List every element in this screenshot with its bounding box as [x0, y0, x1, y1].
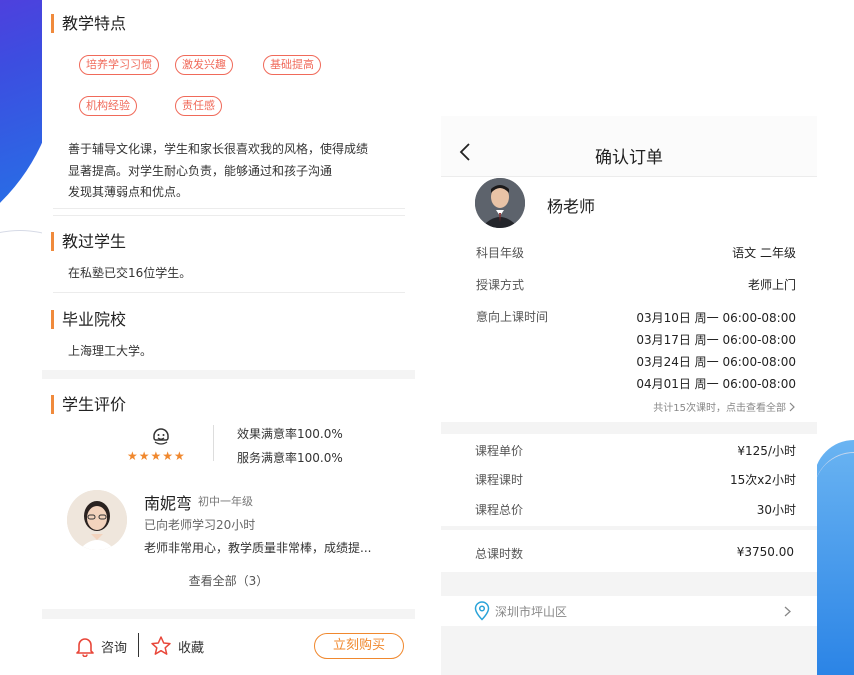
confirm-order-screen: 确认订单 杨老师 科目年级 语文 二年级 授课方式 老师上门 意向上课时间 03…	[441, 116, 817, 675]
total-hours-label: 总课时数	[475, 547, 524, 561]
bottom-action-bar: 咨询 收藏 立刻购买	[42, 619, 415, 675]
star-outline-icon	[151, 636, 171, 655]
teaching-features-description: 善于辅导文化课，学生和家长很喜欢我的风格，使得成绩 显著提高。对学生耐心负责，能…	[68, 139, 388, 204]
teaching-mode-label: 授课方式	[476, 278, 525, 292]
course-hours-value: 15次x2小时	[729, 473, 796, 487]
reviewer-avatar	[67, 490, 127, 550]
student-reviews-card: 学生评价 ★★★★★ 效果满意率100.0% 服务满意率100.0% 南妮弯 初…	[42, 379, 415, 609]
location-pin-icon	[474, 601, 490, 621]
reviewer-grade: 初中一年级	[198, 495, 253, 508]
order-page-title: 确认订单	[595, 148, 663, 168]
feature-tag: 机构经验	[79, 96, 137, 116]
students-taught-title: 教过学生	[51, 232, 126, 251]
consult-label: 咨询	[101, 640, 128, 656]
favorite-button[interactable]: 收藏	[150, 634, 204, 658]
teaching-features-title: 教学特点	[51, 14, 126, 33]
address-row[interactable]: 深圳市坪山区	[441, 596, 817, 626]
subject-label: 科目年级	[476, 246, 525, 260]
view-all-sessions-link[interactable]: 共计15次课时，点击查看全部	[653, 399, 795, 414]
section-divider	[53, 208, 405, 209]
bell-icon	[76, 638, 94, 657]
feature-tag: 责任感	[175, 96, 222, 116]
teacher-profile-card: 教学特点 培养学习习惯 激发兴趣 基础提高 机构经验 责任感 善于辅导文化课，学…	[42, 0, 415, 370]
view-all-reviews-link[interactable]: 查看全部（3）	[42, 572, 415, 589]
rating-stars: ★★★★★	[127, 449, 186, 463]
description-line: 善于辅导文化课，学生和家长很喜欢我的风格，使得成绩	[68, 142, 369, 156]
class-time-item: 03月17日 周一 06:00-08:00	[636, 333, 796, 347]
reviewer-name: 南妮弯	[144, 494, 193, 513]
teacher-avatar	[475, 178, 525, 228]
service-rate: 服务满意率100.0%	[237, 451, 343, 465]
buy-now-button[interactable]: 立刻购买	[314, 633, 404, 659]
effect-rate: 效果满意率100.0%	[237, 427, 343, 441]
class-time-item: 04月01日 周一 06:00-08:00	[636, 377, 796, 391]
pricing-block: 课程单价 ¥125/小时 课程课时 15次x2小时 课程总价 30小时	[441, 434, 817, 526]
feature-tag: 培养学习习惯	[79, 55, 159, 75]
favorite-label: 收藏	[178, 640, 205, 656]
session-summary-text: 共计15次课时，点击查看全部	[653, 403, 786, 414]
section-divider	[53, 215, 405, 216]
section-divider	[53, 292, 405, 293]
total-hours-value: ¥3750.00	[736, 545, 794, 559]
class-time-item: 03月10日 周一 06:00-08:00	[636, 311, 796, 325]
students-taught-text: 在私塾已交16位学生。	[68, 266, 192, 280]
reviews-title: 学生评价	[51, 395, 126, 414]
address-text: 深圳市坪山区	[495, 605, 568, 619]
teacher-detail-screen: 教学特点 培养学习习惯 激发兴趣 基础提高 机构经验 责任感 善于辅导文化课，学…	[42, 0, 415, 675]
course-total-value: 30小时	[756, 503, 796, 517]
subject-value: 语文 二年级	[732, 246, 796, 260]
teaching-mode-value: 老师上门	[747, 278, 796, 292]
description-line: 显著提高。对学生耐心负责，能够通过和孩子沟通	[68, 163, 333, 178]
order-header: 确认订单	[441, 116, 817, 176]
reviewer-comment: 老师非常用心，教学质量非常棒，成绩提...	[144, 541, 372, 555]
class-time-label: 意向上课时间	[476, 310, 549, 324]
reviewer-duration: 已向老师学习20小时	[144, 518, 256, 532]
order-details-block: 杨老师 科目年级 语文 二年级 授课方式 老师上门 意向上课时间 03月10日 …	[441, 177, 817, 422]
graduated-school-title: 毕业院校	[51, 310, 126, 329]
rating-divider	[213, 425, 214, 461]
smiley-icon	[153, 428, 169, 445]
consult-button[interactable]: 咨询	[74, 634, 127, 658]
description-line: 发现其薄弱点和优点。	[68, 185, 189, 199]
total-block: 总课时数 ¥3750.00	[441, 530, 817, 572]
feature-tag: 激发兴趣	[175, 55, 233, 75]
unit-price-label: 课程单价	[475, 444, 524, 458]
feature-tag: 基础提高	[263, 55, 321, 75]
bottom-bar-divider	[138, 633, 139, 657]
class-time-item: 03月24日 周一 06:00-08:00	[636, 355, 796, 369]
unit-price-value: ¥125/小时	[737, 444, 796, 458]
course-total-label: 课程总价	[475, 503, 524, 517]
course-hours-label: 课程课时	[475, 473, 524, 487]
chevron-right-icon	[789, 402, 795, 411]
graduated-school-text: 上海理工大学。	[68, 344, 153, 358]
chevron-right-icon	[784, 606, 791, 617]
order-teacher-name: 杨老师	[547, 197, 596, 216]
